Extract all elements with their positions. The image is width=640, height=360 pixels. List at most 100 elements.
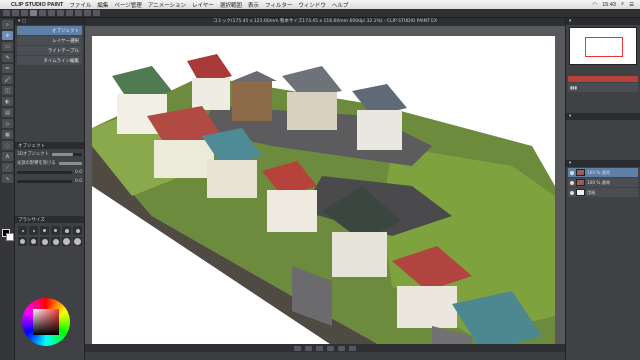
list-icon[interactable]: ☰ — [629, 2, 634, 8]
brush-icon[interactable]: 🖌 — [2, 75, 13, 84]
transform-icon[interactable] — [57, 10, 64, 16]
tool-property-header: オブジェクト — [15, 142, 84, 149]
subtool-light-table[interactable]: ライトテーブル — [17, 46, 82, 55]
redo-icon[interactable] — [39, 10, 46, 16]
house-grey-2 — [352, 84, 407, 150]
subtool-panel-header: ▾ ▢ — [15, 18, 84, 25]
layer-row[interactable]: 100 % 通常 — [568, 178, 638, 187]
background-color-swatch[interactable] — [6, 233, 14, 241]
invert-icon[interactable] — [75, 10, 82, 16]
brush-size-option[interactable] — [29, 237, 38, 246]
subtool-object[interactable]: オブジェクト — [17, 26, 82, 35]
eye-icon[interactable] — [570, 170, 574, 175]
menu-window[interactable]: ウィンドウ — [298, 1, 326, 9]
subtool-timeline[interactable]: タイムライン編集 — [17, 56, 82, 65]
deselect-icon[interactable] — [66, 10, 73, 16]
canvas-page[interactable] — [92, 36, 555, 352]
search-icon[interactable]: ⌕ — [621, 1, 624, 8]
brush-size-option[interactable] — [18, 226, 27, 235]
property-row[interactable]: 3Dオブジェクト — [17, 150, 82, 158]
property-row[interactable]: 0.0 — [17, 168, 82, 176]
rotate-right-icon[interactable] — [338, 345, 345, 351]
eye-icon[interactable] — [570, 190, 574, 195]
menu-animation[interactable]: アニメーション — [148, 1, 186, 9]
slider-fill — [58, 161, 82, 165]
color-square[interactable] — [33, 309, 59, 335]
zoom-out-icon[interactable] — [294, 345, 301, 351]
clock-label[interactable]: 15:43 — [602, 2, 616, 8]
brush-size-option[interactable] — [40, 226, 49, 235]
settings-icon[interactable] — [93, 10, 100, 16]
zoom-tool-icon[interactable]: ⌕ — [2, 20, 13, 29]
brush-size-option[interactable] — [73, 226, 82, 235]
brush-size-option[interactable] — [62, 237, 71, 246]
property-value: 0.0 — [75, 169, 82, 175]
brush-size-option[interactable] — [51, 226, 60, 235]
subtool-layer-select[interactable]: レイヤー選択 — [17, 36, 82, 45]
property-row[interactable]: 0.0 — [17, 177, 82, 185]
property-slider[interactable] — [51, 152, 82, 156]
ruler-icon[interactable]: ⟋ — [2, 163, 13, 172]
3d-town-illustration[interactable] — [92, 36, 555, 352]
clear-icon[interactable] — [48, 10, 55, 16]
zoom-icon[interactable] — [84, 10, 91, 16]
zoom-in-icon[interactable] — [305, 345, 312, 351]
color-wheel[interactable] — [22, 298, 70, 346]
open-icon[interactable] — [12, 10, 19, 16]
eraser-icon[interactable]: ◫ — [2, 86, 13, 95]
subview-header: ▾ — [566, 113, 640, 120]
text-icon[interactable]: A — [2, 152, 13, 161]
menu-file[interactable]: ファイル — [69, 1, 91, 9]
balloon-icon[interactable]: ◌ — [2, 141, 13, 150]
layer-name: 用紙 — [587, 189, 596, 195]
move-tool-icon[interactable]: ✥ — [2, 31, 13, 40]
left-panel: ▾ ▢ オブジェクト レイヤー選択 ライトテーブル タイムライン編集 オブジェク… — [15, 18, 85, 360]
menu-selection[interactable]: 選択範囲 — [220, 1, 242, 9]
brush-size-option[interactable] — [73, 237, 82, 246]
property-slider[interactable] — [58, 161, 82, 165]
pen-icon[interactable]: ✎ — [2, 53, 13, 62]
gradient-icon[interactable]: ▤ — [2, 108, 13, 117]
new-icon[interactable] — [3, 10, 10, 16]
navigator-preview[interactable] — [569, 27, 637, 65]
layer-name: 100 % 通常 — [587, 179, 611, 185]
frame-icon[interactable]: ▦ — [2, 130, 13, 139]
flip-icon[interactable] — [349, 345, 356, 351]
brush-size-option[interactable] — [62, 226, 71, 235]
brush-size-option[interactable] — [51, 237, 60, 246]
menu-page[interactable]: ページ管理 — [114, 1, 141, 9]
select-tool-icon[interactable]: ▭ — [2, 42, 13, 51]
fill-icon[interactable]: ◐ — [2, 97, 13, 106]
menu-filter[interactable]: フィルター — [265, 1, 292, 9]
undo-icon[interactable] — [30, 10, 37, 16]
property-row[interactable]: 光源の影響を受ける — [17, 159, 82, 167]
menu-edit[interactable]: 編集 — [97, 1, 108, 9]
tool-row[interactable]: ▮▮▮ — [568, 83, 638, 92]
correct-line-icon[interactable]: ∿ — [2, 174, 13, 183]
menu-layer[interactable]: レイヤー — [192, 1, 214, 9]
layer-row[interactable]: 用紙 — [568, 188, 638, 197]
house-brown — [232, 71, 277, 121]
fit-icon[interactable] — [316, 345, 323, 351]
property-slider[interactable] — [17, 179, 73, 183]
house-grey-1 — [282, 66, 342, 130]
app-name-menu[interactable]: CLIP STUDIO PAINT — [11, 2, 63, 8]
property-slider[interactable] — [17, 170, 73, 174]
navigator-viewport[interactable] — [585, 37, 623, 57]
brush-size-option[interactable] — [18, 237, 27, 246]
pencil-icon[interactable]: ✏ — [2, 64, 13, 73]
rotate-left-icon[interactable] — [327, 345, 334, 351]
menu-view[interactable]: 表示 — [248, 1, 259, 9]
property-label: 3Dオブジェクト — [17, 152, 49, 157]
brush-size-option[interactable] — [29, 226, 38, 235]
figure-icon[interactable]: ◇ — [2, 119, 13, 128]
menu-bar: CLIP STUDIO PAINT ファイル 編集 ページ管理 アニメーション … — [0, 0, 640, 9]
layer-row[interactable]: 100 % 通常 — [568, 168, 638, 177]
document-title: コミック(175.45 x 121.60mm 製本サイズ173.45 x 116… — [85, 18, 565, 26]
highlight-bar — [568, 76, 638, 82]
save-icon[interactable] — [21, 10, 28, 16]
brush-size-option[interactable] — [40, 237, 49, 246]
menu-help[interactable]: ヘルプ — [332, 1, 349, 9]
eye-icon[interactable] — [570, 180, 574, 185]
wifi-icon[interactable]: ◠ — [592, 2, 597, 8]
